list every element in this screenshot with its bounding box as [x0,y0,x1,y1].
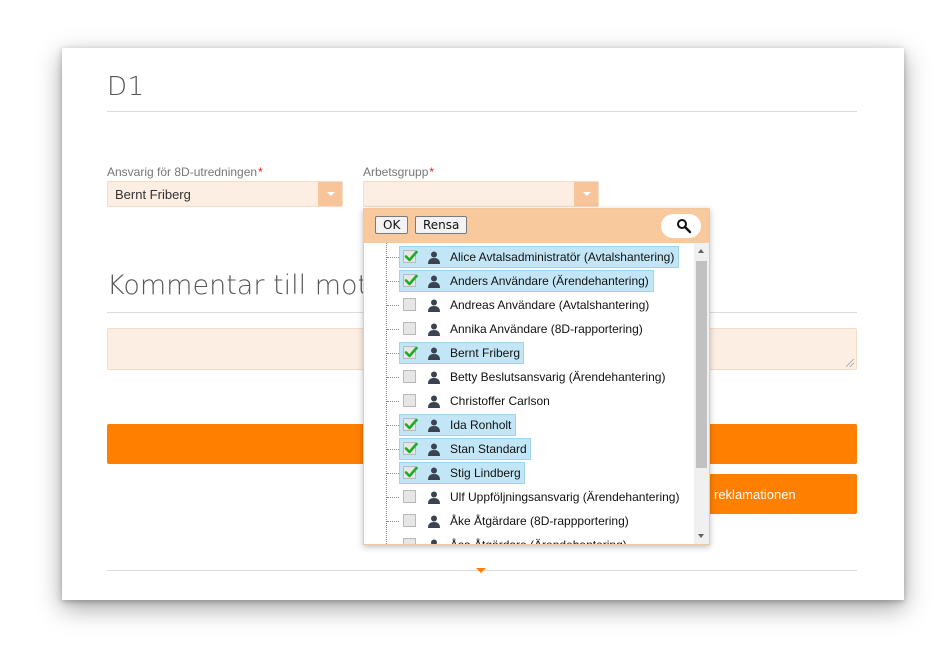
collapse-caret-icon[interactable] [476,568,486,573]
user-icon [427,491,441,504]
workgroup-select[interactable] [363,181,599,207]
user-icon [427,395,441,408]
scroll-up-icon[interactable] [698,249,704,253]
tree-branch-line [387,425,399,426]
list-item[interactable]: Andreas Användare (Avtalshantering) [364,294,694,318]
checkmark-icon [404,346,418,358]
required-mark: * [258,165,263,179]
unchecked-checkbox[interactable] [403,322,416,335]
tree-branch-line [387,353,399,354]
checked-checkbox[interactable] [403,346,418,359]
search-icon [677,219,692,234]
tree-branch-line [387,377,399,378]
list-item-label: Andreas Användare (Avtalshantering) [450,298,650,312]
list-item-label: Ulf Uppföljningsansvarig (Ärendehanterin… [450,490,680,504]
list-item[interactable]: Anders Användare (Ärendehantering) [364,270,694,294]
unchecked-checkbox[interactable] [403,394,416,407]
user-icon [427,443,441,456]
dropdown-list: Alice Avtalsadministratör (Avtalshanteri… [364,243,694,544]
unchecked-checkbox[interactable] [403,538,416,544]
checkmark-icon [404,418,418,430]
user-icon [427,323,441,336]
list-item-label: Alice Avtalsadministratör (Avtalshanteri… [450,250,675,264]
workgroup-label: Arbetsgrupp* [363,165,434,179]
scroll-down-icon[interactable] [698,534,704,538]
list-item-label: Christoffer Carlson [450,394,550,408]
list-item[interactable]: Annika Användare (8D-rapportering) [364,318,694,342]
scrollbar-thumb[interactable] [696,261,707,468]
list-item-label: Betty Beslutsansvarig (Ärendehantering) [450,370,666,384]
list-item[interactable]: Ulf Uppföljningsansvarig (Ärendehanterin… [364,486,694,510]
tree-branch-line [387,305,399,306]
dropdown-header: OK Rensa [364,209,709,243]
secondary-action-label: reklamationen [714,487,796,502]
list-item[interactable]: Ida Ronholt [364,414,694,438]
user-icon [427,251,441,264]
unchecked-checkbox[interactable] [403,370,416,383]
checked-checkbox[interactable] [403,418,418,431]
list-item[interactable]: Åke Åtgärdare (8D-rappportering) [364,510,694,534]
tree-branch-line [387,281,399,282]
list-item-label: Bernt Friberg [450,346,521,360]
user-icon [427,347,441,360]
list-item[interactable]: Åsa Åtgärdare (Ärendehantering) [364,534,694,544]
tree-branch-line [387,401,399,402]
user-icon [427,515,441,528]
unchecked-checkbox[interactable] [403,298,416,311]
secondary-action-button[interactable]: reklamationen [690,474,857,514]
user-icon [427,299,441,312]
user-icon [427,371,441,384]
list-item[interactable]: Bernt Friberg [364,342,694,366]
title-divider [107,111,857,112]
user-icon [427,419,441,432]
checkmark-icon [404,466,418,478]
list-item-label: Åsa Åtgärdare (Ärendehantering) [450,538,627,544]
user-icon [427,539,441,544]
unchecked-checkbox[interactable] [403,514,416,527]
comment-section-title: Kommentar till motta [107,270,396,301]
unchecked-checkbox[interactable] [403,490,416,503]
dropdown-scrollbar[interactable] [694,243,709,544]
user-icon [427,275,441,288]
clear-button[interactable]: Rensa [415,216,468,234]
checked-checkbox[interactable] [403,250,418,263]
tree-branch-line [387,257,399,258]
required-mark: * [429,165,435,179]
tree-branch-line [387,329,399,330]
checked-checkbox[interactable] [403,274,418,287]
list-item-label: Åke Åtgärdare (8D-rappportering) [450,514,629,528]
page-title: D1 [107,72,145,102]
user-icon [427,467,441,480]
responsible-label: Ansvarig för 8D-utredningen* [107,165,263,179]
list-item-label: Stan Standard [450,442,527,456]
responsible-select-value: Bernt Friberg [115,187,191,202]
responsible-label-text: Ansvarig för 8D-utredningen [107,165,258,179]
checkmark-icon [404,442,418,454]
list-item[interactable]: Alice Avtalsadministratör (Avtalshanteri… [364,246,694,270]
list-item-label: Annika Användare (8D-rapportering) [450,322,643,336]
tree-branch-line [387,497,399,498]
list-item[interactable]: Stan Standard [364,438,694,462]
tree-branch-line [387,473,399,474]
checkmark-icon [404,274,418,286]
list-item[interactable]: Stig Lindberg [364,462,694,486]
responsible-select[interactable]: Bernt Friberg [107,181,343,207]
resize-grip-icon[interactable] [846,359,854,367]
list-item[interactable]: Christoffer Carlson [364,390,694,414]
workgroup-label-text: Arbetsgrupp [363,165,429,179]
ok-button[interactable]: OK [375,216,409,234]
checked-checkbox[interactable] [403,442,418,455]
checkmark-icon [404,250,418,262]
list-item-label: Ida Ronholt [450,418,512,432]
list-item[interactable]: Betty Beslutsansvarig (Ärendehantering) [364,366,694,390]
list-item-label: Stig Lindberg [450,466,521,480]
chevron-down-icon[interactable] [574,182,598,206]
checked-checkbox[interactable] [403,466,418,479]
list-item-label: Anders Användare (Ärendehantering) [450,274,649,288]
tree-branch-line [387,449,399,450]
workgroup-dropdown: OK Rensa Alice Avtalsadministratör (Avta… [363,208,710,545]
tree-branch-line [387,521,399,522]
chevron-down-icon[interactable] [318,182,342,206]
search-button[interactable] [661,214,701,238]
